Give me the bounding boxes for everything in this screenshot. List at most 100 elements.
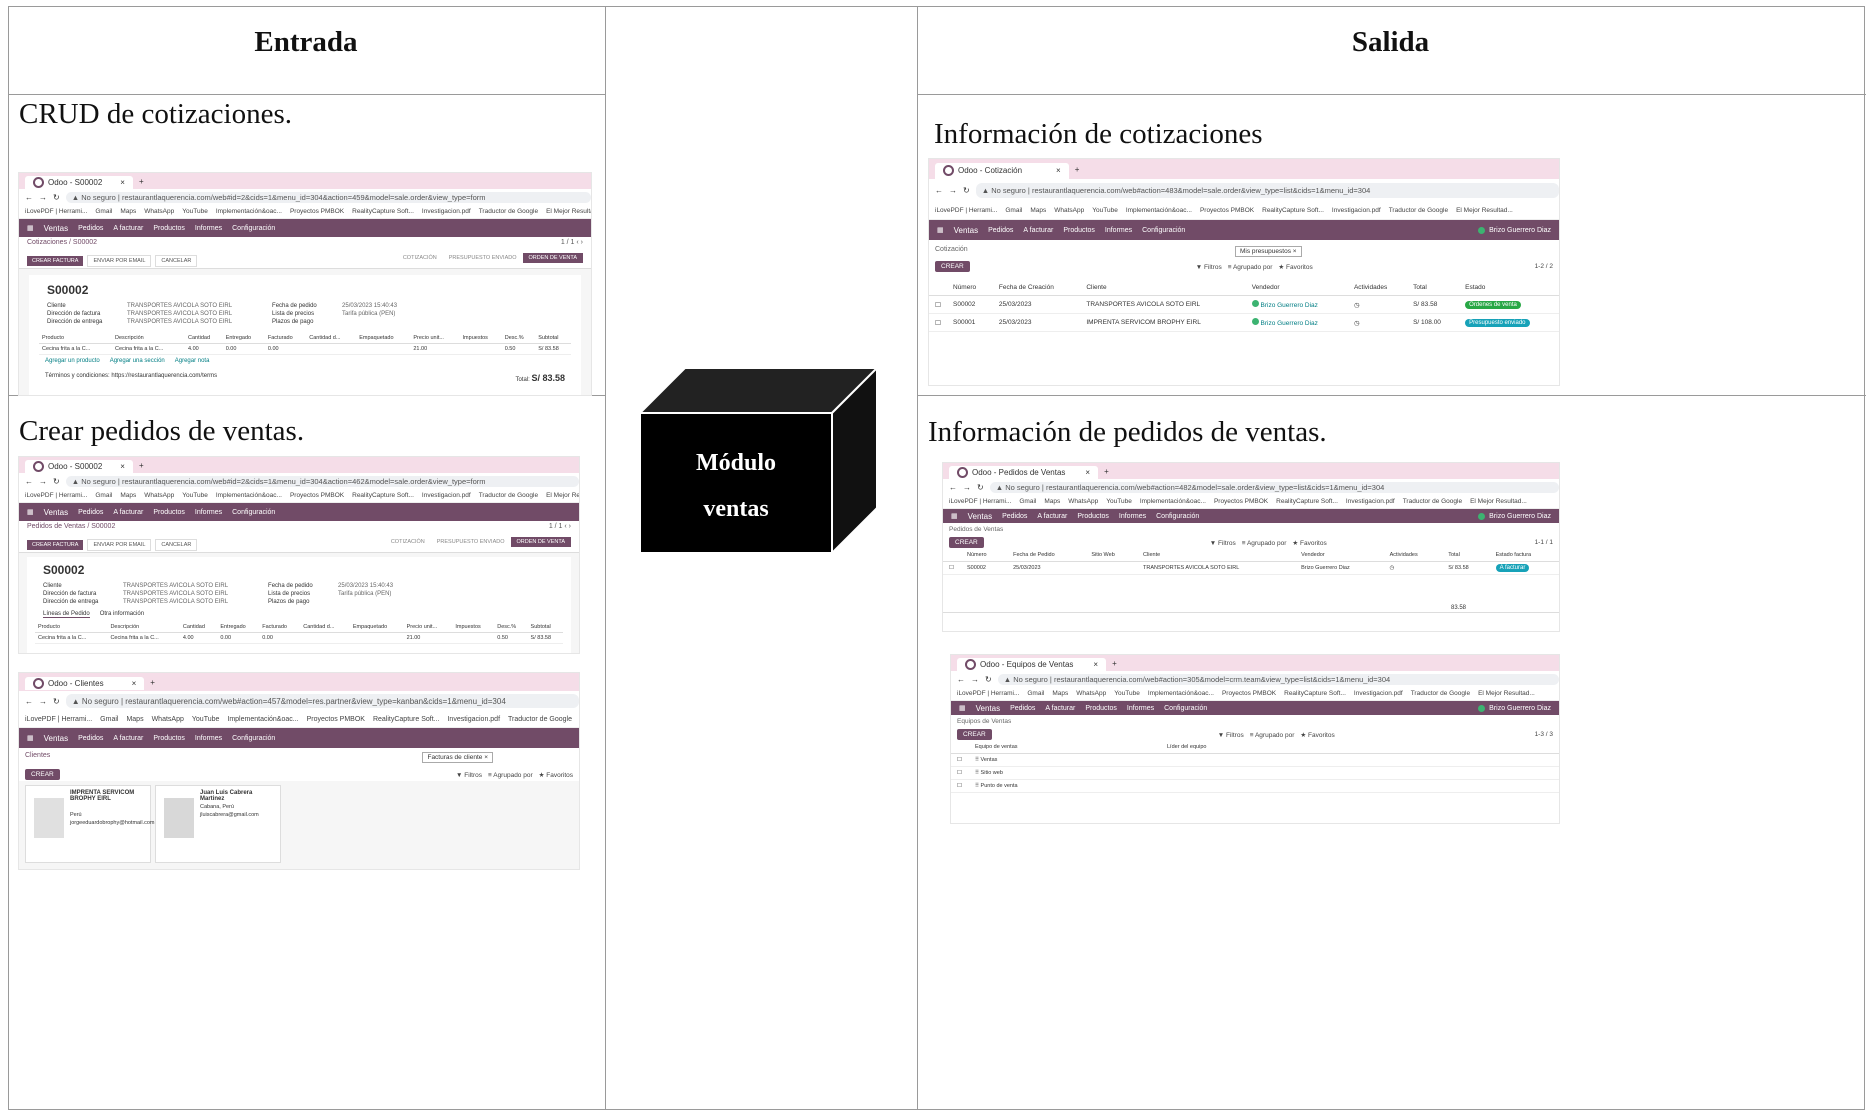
column-header[interactable]: Actividades [1347,280,1408,296]
nav-menu-item[interactable]: Informes [195,509,222,516]
stage-item[interactable]: ORDEN DE VENTA [510,537,571,547]
apps-icon[interactable]: ▦ [959,704,966,712]
bookmark-item[interactable]: El Mejor Resultad... [1478,690,1535,697]
new-tab-icon[interactable]: + [1112,659,1117,668]
nav-menu-item[interactable]: Informes [1105,227,1132,234]
search-tool[interactable]: ▼ Filtros [1218,732,1244,739]
bookmark-item[interactable]: RealityCapture Soft... [352,208,414,215]
user-menu[interactable]: Brizo Guerrero Diaz [1478,226,1551,234]
bookmark-item[interactable]: Gmail [1019,498,1036,505]
bookmark-item[interactable]: YouTube [1092,207,1118,214]
field-value[interactable]: 25/03/2023 15:40:43 [342,303,397,309]
stage-item[interactable]: ORDEN DE VENTA [522,253,583,263]
pager[interactable]: 1-2 / 2 [1535,263,1553,270]
quotation-number[interactable]: S00002 [947,295,993,314]
form-tab[interactable]: Líneas de Pedido [43,611,90,618]
address-bar[interactable]: ▲ No seguro | restaurantlaquerencia.com/… [989,481,1559,493]
nav-menu-item[interactable]: Configuración [232,509,275,516]
column-header[interactable]: Número [947,280,993,296]
browser-tab[interactable]: Odoo - S00002 × [25,176,133,189]
reload-icon[interactable]: ↻ [977,483,984,492]
table-row[interactable]: Cecina frita a la C... Cecina frita a la … [39,343,571,355]
bookmark-item[interactable]: iLovePDF | Herrami... [25,492,87,499]
pager[interactable]: 1-3 / 3 [1535,731,1553,738]
bookmark-item[interactable]: Proyectos PMBOK [1214,498,1268,505]
new-tab-icon[interactable]: + [139,177,144,186]
column-header[interactable]: Entregado [217,622,260,633]
action-button[interactable]: ENVIAR POR EMAIL [87,255,152,267]
bookmark-item[interactable]: WhatsApp [144,208,174,215]
quotation-number[interactable]: S00001 [947,313,993,332]
column-header[interactable]: Precio unit... [410,333,460,344]
search-tool[interactable]: ▼ Filtros [1210,540,1236,547]
search-facet[interactable]: Facturas de cliente × [422,752,493,763]
field-value[interactable]: TRANSPORTES AVICOLA SOTO EIRL [123,591,228,597]
nav-menu-item[interactable]: A facturar [1023,227,1053,234]
pager[interactable]: 1 / 1 ‹ › [549,523,571,530]
forward-icon[interactable]: → [39,697,47,706]
search-tool[interactable]: ★ Favoritos [1300,732,1334,739]
browser-tab[interactable]: Odoo - Clientes × [25,677,145,690]
apps-icon[interactable]: ▦ [937,226,944,234]
column-header[interactable]: Subtotal [535,333,571,344]
field-value[interactable]: TRANSPORTES AVICOLA SOTO EIRL [123,583,228,589]
nav-menu-item[interactable]: A facturar [113,225,143,232]
column-header[interactable]: Fecha de Pedido [1007,549,1086,562]
table-row[interactable]: ☐ ⠿ Sitio web [951,766,1559,780]
bookmark-item[interactable]: Proyectos PMBOK [290,208,344,215]
nav-menu-item[interactable]: Productos [1077,513,1109,520]
column-header[interactable]: Descripción [107,622,180,633]
close-icon[interactable]: × [132,677,137,690]
back-icon[interactable]: ← [25,477,33,486]
field-value[interactable]: TRANSPORTES AVICOLA SOTO EIRL [127,311,232,317]
nav-menu-item[interactable]: Configuración [1156,513,1199,520]
nav-menu-item[interactable]: A facturar [113,509,143,516]
close-icon[interactable]: × [1085,466,1090,479]
row-checkbox[interactable]: ☐ [929,313,947,332]
bookmark-item[interactable]: YouTube [1114,690,1140,697]
search-tool[interactable]: ≡ Agrupado por [1250,732,1295,739]
column-header[interactable]: Estado [1459,280,1559,296]
search-tool[interactable]: ≡ Agrupado por [1242,540,1287,547]
bookmark-item[interactable]: Implementación&oac... [1140,498,1206,505]
bookmark-item[interactable]: RealityCapture Soft... [1276,498,1338,505]
reload-icon[interactable]: ↻ [53,697,60,706]
select-all-checkbox[interactable] [943,549,961,562]
action-button[interactable]: CANCELAR [155,539,198,551]
create-button[interactable]: CREAR [957,729,992,740]
bookmark-item[interactable]: iLovePDF | Herrami... [935,207,997,214]
nav-menu-item[interactable]: Productos [1085,705,1117,712]
bookmark-item[interactable]: Traductor de Google [1389,207,1448,214]
address-bar[interactable]: ▲ No seguro | restaurantlaquerencia.com/… [65,475,579,487]
table-row[interactable]: ☐ ⠿ Ventas [951,753,1559,767]
bookmark-item[interactable]: RealityCapture Soft... [373,716,440,723]
bookmark-item[interactable]: Implementación&oac... [227,716,298,723]
bookmark-item[interactable]: Implementación&oac... [216,208,282,215]
select-all-checkbox[interactable] [951,741,969,754]
column-header[interactable]: Impuestos [459,333,502,344]
bookmark-item[interactable]: Proyectos PMBOK [307,716,365,723]
column-header[interactable]: Fecha de Creación [992,280,1081,296]
nav-menu-item[interactable]: Productos [153,735,185,742]
bookmark-item[interactable]: Proyectos PMBOK [290,492,344,499]
bookmark-item[interactable]: Implementación&oac... [1148,690,1214,697]
bookmark-item[interactable]: iLovePDF | Herrami... [957,690,1019,697]
field-value[interactable]: TRANSPORTES AVICOLA SOTO EIRL [123,599,228,605]
field-value[interactable]: TRANSPORTES AVICOLA SOTO EIRL [127,319,232,325]
nav-menu-item[interactable]: Ventas [954,226,978,235]
field-value[interactable]: 25/03/2023 15:40:43 [338,583,393,589]
nav-menu-item[interactable]: Ventas [44,734,68,743]
search-tool[interactable]: ≡ Agrupado por [488,772,533,779]
stage-item[interactable]: COTIZACIÓN [385,537,431,547]
nav-menu-item[interactable]: Pedidos [78,735,103,742]
nav-menu-item[interactable]: Ventas [976,704,1000,713]
create-button[interactable]: CREAR [935,261,970,272]
column-header[interactable]: Desc.% [501,333,536,344]
bookmark-item[interactable]: Investigacion.pdf [422,208,471,215]
nav-menu-item[interactable]: Pedidos [1002,513,1027,520]
browser-tab[interactable]: Odoo - Cotización × [935,162,1069,179]
form-tab[interactable]: Otra información [100,611,144,618]
bookmark-item[interactable]: Proyectos PMBOK [1200,207,1254,214]
back-icon[interactable]: ← [949,483,957,492]
column-header[interactable]: Empaquetado [349,622,404,633]
